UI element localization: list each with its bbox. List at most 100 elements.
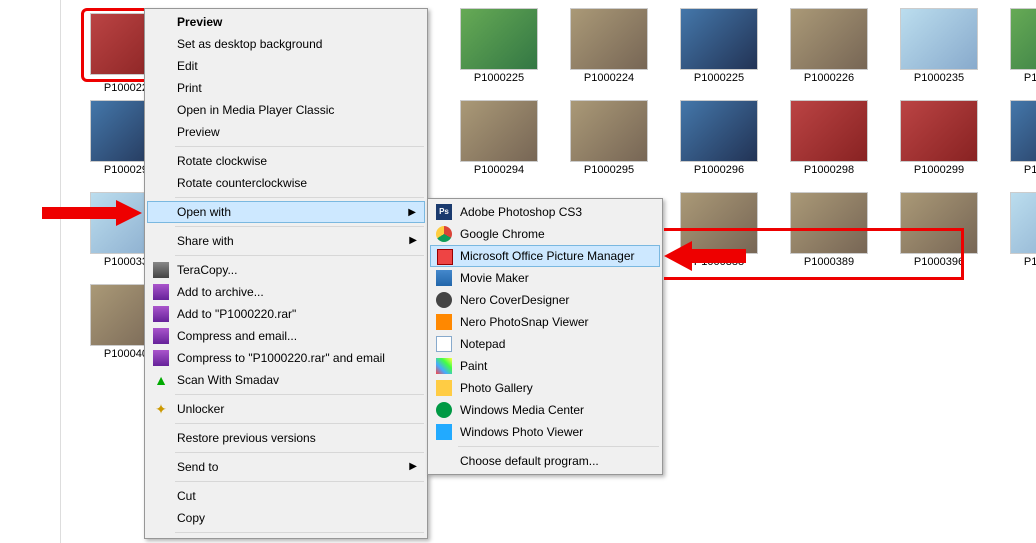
thumbnail-label: P1000299 <box>891 164 987 176</box>
menu-preview2[interactable]: Preview <box>147 121 425 143</box>
menu-label: Copy <box>177 511 205 525</box>
rar-icon <box>153 284 169 300</box>
menu-label: Preview <box>177 15 222 29</box>
menu-label: Restore previous versions <box>177 431 316 445</box>
photo-gallery-icon <box>436 380 452 396</box>
menu-rotate-ccw[interactable]: Rotate counterclockwise <box>147 172 425 194</box>
menu-open-mpc[interactable]: Open in Media Player Classic <box>147 99 425 121</box>
thumbnail-image <box>460 8 538 70</box>
thumbnail-item[interactable]: P1000235 <box>891 8 987 84</box>
submenu-ms-picture-manager[interactable]: Microsoft Office Picture Manager <box>430 245 660 267</box>
separator <box>175 423 424 424</box>
thumbnail-item[interactable]: P1000421 <box>1001 192 1036 268</box>
thumbnail-label: P1000225 <box>671 72 767 84</box>
photoshop-icon: Ps <box>436 204 452 220</box>
menu-label: Nero PhotoSnap Viewer <box>460 315 589 329</box>
thumbnail-image <box>570 8 648 70</box>
menu-print[interactable]: Print <box>147 77 425 99</box>
menu-unlocker[interactable]: ✦Unlocker <box>147 398 425 420</box>
menu-share-with[interactable]: Share with▶ <box>147 230 425 252</box>
menu-preview[interactable]: Preview <box>147 11 425 33</box>
menu-open-with[interactable]: Open with▶ <box>147 201 425 223</box>
thumbnail-label: P1000421 <box>1001 256 1036 268</box>
submenu-wpv[interactable]: Windows Photo Viewer <box>430 421 660 443</box>
menu-label: Add to "P1000220.rar" <box>177 307 296 321</box>
submenu-photo-gallery[interactable]: Photo Gallery <box>430 377 660 399</box>
wmc-icon <box>436 402 452 418</box>
unlocker-icon: ✦ <box>153 401 169 417</box>
menu-restore-versions[interactable]: Restore previous versions <box>147 427 425 449</box>
submenu-movie-maker[interactable]: Movie Maker <box>430 267 660 289</box>
ms-picture-manager-icon <box>437 249 453 265</box>
thumbnail-label: P1000296 <box>671 164 767 176</box>
thumbnail-image <box>1010 8 1036 70</box>
thumbnail-label: P1000295 <box>561 164 657 176</box>
menu-label: Rotate counterclockwise <box>177 176 307 190</box>
thumbnail-image <box>1010 100 1036 162</box>
submenu-nero-cover[interactable]: Nero CoverDesigner <box>430 289 660 311</box>
menu-label: Google Chrome <box>460 227 545 241</box>
thumbnail-item[interactable]: P1000226 <box>781 8 877 84</box>
menu-label: Choose default program... <box>460 454 599 468</box>
menu-label: Edit <box>177 59 198 73</box>
menu-label: Set as desktop background <box>177 37 322 51</box>
thumbnail-image <box>790 100 868 162</box>
thumbnail-item[interactable]: P1000294 <box>451 100 547 176</box>
menu-label: Share with <box>177 234 234 248</box>
thumbnail-item[interactable]: P1000296 <box>671 100 767 176</box>
menu-label: Preview <box>177 125 220 139</box>
submenu-paint[interactable]: Paint <box>430 355 660 377</box>
menu-label: Rotate clockwise <box>177 154 267 168</box>
menu-add-archive[interactable]: Add to archive... <box>147 281 425 303</box>
wpv-icon <box>436 424 452 440</box>
thumbnail-item[interactable]: P1000295 <box>561 100 657 176</box>
menu-copy[interactable]: Copy <box>147 507 425 529</box>
thumbnail-image <box>680 8 758 70</box>
menu-label: Microsoft Office Picture Manager <box>460 249 635 263</box>
submenu-chrome[interactable]: Google Chrome <box>430 223 660 245</box>
thumbnail-item[interactable]: P1000225 <box>671 8 767 84</box>
menu-add-rar[interactable]: Add to "P1000220.rar" <box>147 303 425 325</box>
thumbnail-image <box>570 100 648 162</box>
separator <box>175 197 424 198</box>
nero-icon <box>436 292 452 308</box>
teracopy-icon <box>153 262 169 278</box>
thumbnail-item[interactable]: P1000299 <box>891 100 987 176</box>
thumbnail-item[interactable]: P1000331 <box>1001 100 1036 176</box>
separator <box>175 452 424 453</box>
menu-edit[interactable]: Edit <box>147 55 425 77</box>
paint-icon <box>436 358 452 374</box>
thumbnail-item[interactable]: P1000273 <box>1001 8 1036 84</box>
menu-rotate-cw[interactable]: Rotate clockwise <box>147 150 425 172</box>
submenu-photoshop[interactable]: PsAdobe Photoshop CS3 <box>430 201 660 223</box>
thumbnail-item[interactable]: P1000224 <box>561 8 657 84</box>
separator <box>175 532 424 533</box>
thumbnail-label: P1000294 <box>451 164 547 176</box>
submenu-notepad[interactable]: Notepad <box>430 333 660 355</box>
submenu-wmc[interactable]: Windows Media Center <box>430 399 660 421</box>
separator <box>458 446 659 447</box>
smadav-icon: ▲ <box>153 372 169 388</box>
thumbnail-item[interactable]: P1000225 <box>451 8 547 84</box>
menu-compress-email[interactable]: Compress and email... <box>147 325 425 347</box>
menu-scan-smadav[interactable]: ▲Scan With Smadav <box>147 369 425 391</box>
menu-label: Photo Gallery <box>460 381 533 395</box>
menu-cut[interactable]: Cut <box>147 485 425 507</box>
menu-set-desktop-bg[interactable]: Set as desktop background <box>147 33 425 55</box>
menu-label: Print <box>177 81 202 95</box>
submenu-choose-default[interactable]: Choose default program... <box>430 450 660 472</box>
submenu-nero-photosnap[interactable]: Nero PhotoSnap Viewer <box>430 311 660 333</box>
thumbnail-item[interactable]: P1000298 <box>781 100 877 176</box>
menu-teracopy[interactable]: TeraCopy... <box>147 259 425 281</box>
thumbnail-label: P1000225 <box>451 72 547 84</box>
thumbnail-image <box>680 100 758 162</box>
menu-label: Cut <box>177 489 196 503</box>
menu-compress-rar-email[interactable]: Compress to "P1000220.rar" and email <box>147 347 425 369</box>
menu-label: Add to archive... <box>177 285 264 299</box>
menu-send-to[interactable]: Send to▶ <box>147 456 425 478</box>
menu-label: Open with <box>177 205 231 219</box>
chrome-icon <box>436 226 452 242</box>
movie-maker-icon <box>436 270 452 286</box>
rar-icon <box>153 306 169 322</box>
menu-label: Compress and email... <box>177 329 297 343</box>
